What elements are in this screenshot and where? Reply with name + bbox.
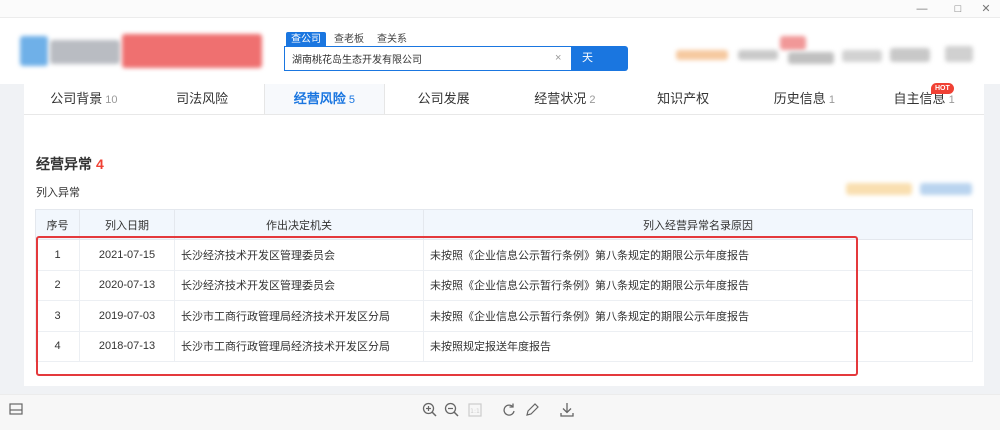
- tab-intellectual-property[interactable]: 知识产权: [625, 84, 745, 114]
- category-tabs: 公司背景 10 司法风险 经营风险 5 公司发展 经营状况 2 知识产权 历史信息 1 …: [24, 84, 984, 115]
- listed-date: 2021-07-15: [79, 239, 175, 271]
- zoom-in-icon[interactable]: [421, 401, 441, 421]
- deciding-authority: 长沙市工商行政管理局经济技术开发区分局: [174, 330, 424, 362]
- row-index: 3: [35, 300, 80, 332]
- row-index: 1: [35, 239, 80, 271]
- listing-reason: 未按照规定报送年度报告: [423, 330, 973, 362]
- tab-label: 司法风险: [176, 91, 229, 106]
- zoom-out-icon[interactable]: [443, 401, 463, 421]
- rotate-icon[interactable]: [500, 401, 520, 421]
- tab-label: 经营风险: [293, 91, 346, 106]
- tab-label: 公司发展: [417, 91, 470, 106]
- tab-count: 10: [105, 94, 118, 106]
- tab-operating-risk[interactable]: 经营风险 5: [263, 84, 386, 114]
- table-row: 1 2021-07-15 长沙经济技术开发区管理委员会 未按照《企业信息公示暂行…: [35, 239, 973, 271]
- deciding-authority: 长沙经济技术开发区管理委员会: [174, 269, 424, 301]
- sidebar-icon[interactable]: [8, 401, 28, 421]
- tab-count: 1: [948, 94, 955, 106]
- tab-label: 经营状况: [534, 91, 587, 106]
- search-type-tabs: 查公司 查老板 查关系: [286, 32, 415, 47]
- company-search-input[interactable]: [284, 46, 572, 71]
- tab-count: 1: [828, 94, 835, 106]
- hot-badge: HOT: [931, 83, 954, 94]
- tab-count: 5: [348, 94, 355, 106]
- section-count: 4: [96, 156, 104, 172]
- viewer-toolbar: 1:1: [0, 394, 1000, 430]
- tab-judicial-risk[interactable]: 司法风险: [144, 84, 264, 114]
- maximize-button[interactable]: □: [946, 1, 970, 17]
- deciding-authority: 长沙经济技术开发区管理委员会: [174, 239, 424, 271]
- search-tab-relation[interactable]: 查关系: [372, 32, 412, 47]
- fit-icon[interactable]: 1:1: [466, 401, 486, 421]
- search-button-label: 天: [582, 52, 593, 64]
- listed-date: 2018-07-13: [79, 330, 175, 362]
- table-row: 2 2020-07-13 长沙经济技术开发区管理委员会 未按照《企业信息公示暂行…: [35, 269, 973, 301]
- search-tab-boss[interactable]: 查老板: [329, 32, 369, 47]
- tab-count: 2: [589, 94, 596, 106]
- edit-icon[interactable]: [523, 401, 543, 421]
- search-button[interactable]: 天: [572, 46, 628, 71]
- tab-label: 历史信息: [773, 91, 826, 106]
- tab-history-info[interactable]: 历史信息 1: [745, 84, 865, 114]
- minimize-button[interactable]: —: [910, 1, 934, 17]
- table-header-row: 序号 列入日期 作出决定机关 列入经营异常名录原因: [35, 209, 973, 240]
- column-header: 列入日期: [79, 209, 175, 240]
- clear-search-icon[interactable]: ×: [555, 50, 561, 66]
- tab-company-background[interactable]: 公司背景 10: [24, 84, 144, 114]
- listing-reason: 未按照《企业信息公示暂行条例》第八条规定的期限公示年度报告: [423, 300, 973, 332]
- site-header: 查公司 查老板 查关系 × 天: [0, 18, 1000, 84]
- column-header: 作出决定机关: [174, 209, 424, 240]
- tab-company-development[interactable]: 公司发展: [385, 84, 505, 114]
- close-window-button[interactable]: ✕: [974, 1, 998, 17]
- download-icon[interactable]: [558, 401, 578, 421]
- deciding-authority: 长沙市工商行政管理局经济技术开发区分局: [174, 300, 424, 332]
- tab-self-info[interactable]: 自主信息 1: [864, 84, 984, 114]
- column-header: 列入经营异常名录原因: [423, 209, 973, 240]
- row-index: 4: [35, 330, 80, 362]
- abnormal-operation-table: 序号 列入日期 作出决定机关 列入经营异常名录原因 1 2021-07-15 长…: [35, 209, 973, 362]
- main-panel: 公司背景 10 司法风险 经营风险 5 公司发展 经营状况 2 知识产权 历史信息 1 …: [24, 84, 984, 386]
- row-index: 2: [35, 269, 80, 301]
- window-titlebar: — □ ✕: [0, 0, 1000, 18]
- section-title-text: 经营异常: [36, 156, 92, 172]
- listed-date: 2019-07-03: [79, 300, 175, 332]
- listing-reason: 未按照《企业信息公示暂行条例》第八条规定的期限公示年度报告: [423, 239, 973, 271]
- listing-reason: 未按照《企业信息公示暂行条例》第八条规定的期限公示年度报告: [423, 269, 973, 301]
- tab-label: 公司背景: [50, 91, 103, 106]
- tab-label: 知识产权: [657, 91, 710, 106]
- table-row: 3 2019-07-03 长沙市工商行政管理局经济技术开发区分局 未按照《企业信…: [35, 300, 973, 332]
- listed-date: 2020-07-13: [79, 269, 175, 301]
- tab-operating-status[interactable]: 经营状况 2: [505, 84, 625, 114]
- section-subtitle: 列入异常: [36, 187, 80, 199]
- column-header: 序号: [35, 209, 80, 240]
- section-title: 经营异常 4: [36, 154, 104, 174]
- table-row: 4 2018-07-13 长沙市工商行政管理局经济技术开发区分局 未按照规定报送…: [35, 330, 973, 362]
- svg-text:1:1: 1:1: [470, 408, 480, 415]
- search-tab-company[interactable]: 查公司: [286, 32, 326, 47]
